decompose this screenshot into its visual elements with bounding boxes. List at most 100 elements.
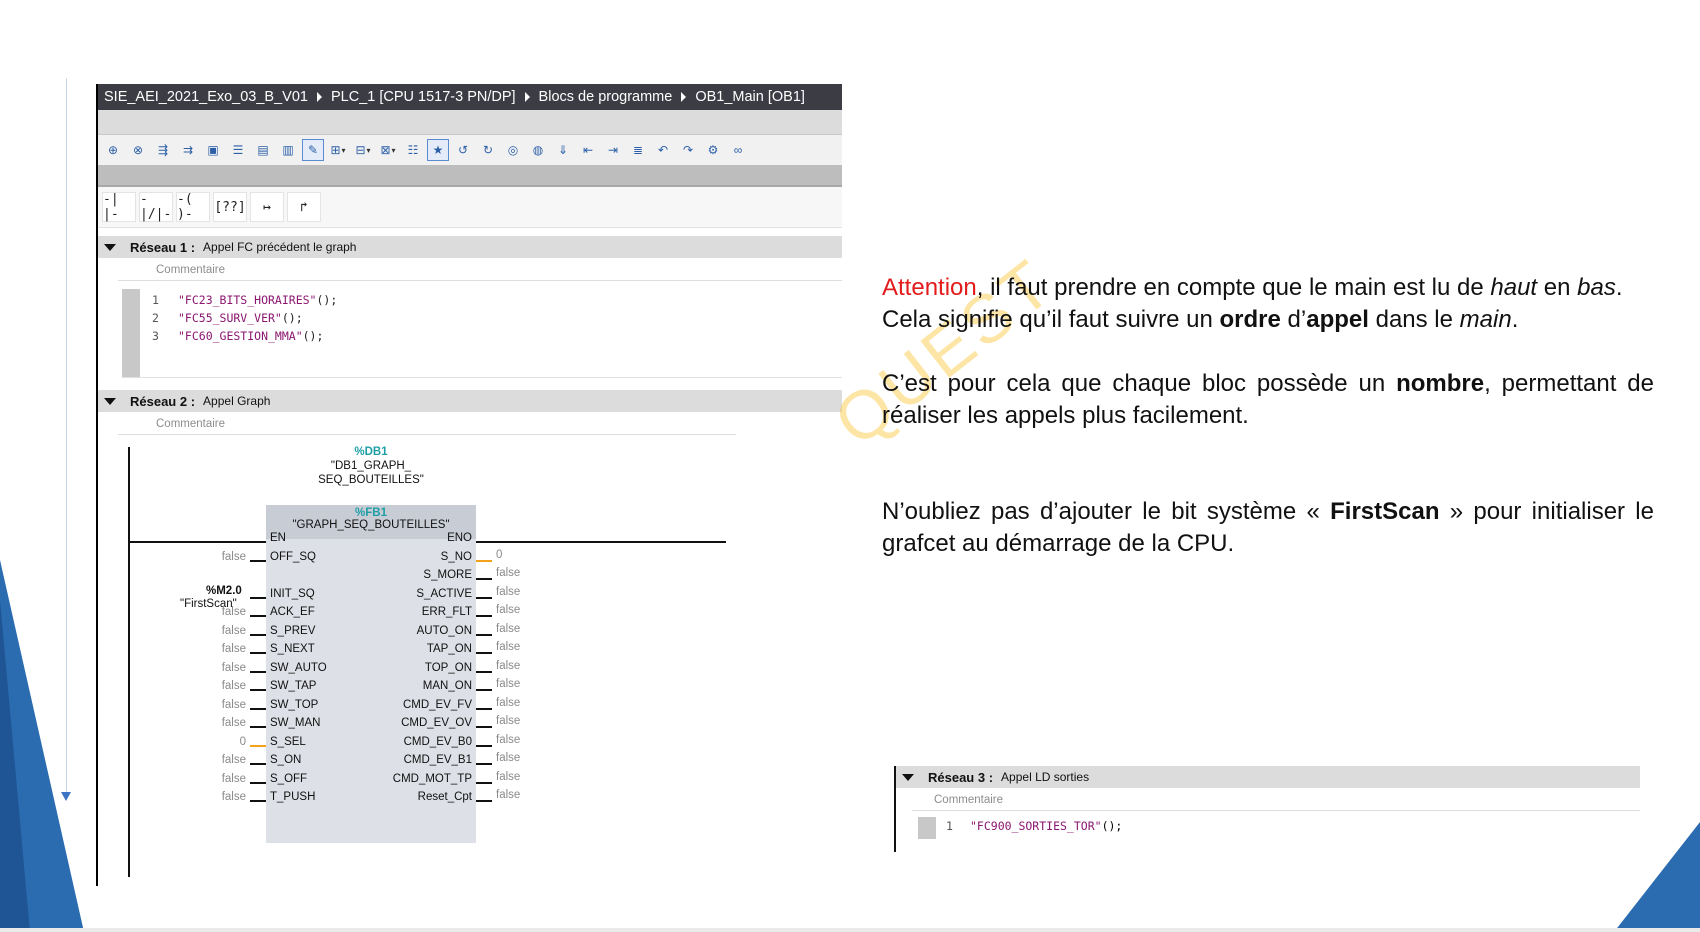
output-value[interactable]: false — [496, 641, 520, 653]
fb-input-pin[interactable]: S_ON — [270, 754, 301, 766]
output-value[interactable]: false — [496, 789, 520, 801]
fb-input-pin[interactable]: SW_TAP — [270, 680, 316, 692]
indent-icon[interactable]: ⇤ — [577, 139, 599, 161]
output-value[interactable]: false — [496, 623, 520, 635]
fb-input-pin[interactable]: T_PUSH — [270, 791, 315, 803]
output-value[interactable]: false — [496, 697, 520, 709]
input-value[interactable]: false — [222, 606, 246, 618]
output-value[interactable]: false — [496, 678, 520, 690]
fb-output-pin[interactable]: S_MORE — [423, 569, 472, 581]
fb-output-pin[interactable]: S_ACTIVE — [416, 588, 472, 600]
fb-input-pin[interactable]: OFF_SQ — [270, 551, 316, 563]
input-value[interactable]: false — [222, 551, 246, 563]
input-value[interactable]: false — [222, 717, 246, 729]
no-contact-button[interactable]: -| |- — [102, 192, 136, 222]
next-error-icon[interactable]: ↻ — [477, 139, 499, 161]
fb-input-pin[interactable]: ACK_EF — [270, 606, 315, 618]
tools-icon[interactable]: ⚙ — [702, 139, 724, 161]
network3-code[interactable]: 1 "FC900_SORTIES_TOR"(); — [918, 811, 1640, 839]
add-row-icon[interactable]: ⇉ — [177, 139, 199, 161]
input-value[interactable]: false — [222, 773, 246, 785]
input-value[interactable]: false — [222, 680, 246, 692]
operand-display-icon[interactable]: ⊟ ▾ — [352, 139, 374, 161]
output-value[interactable]: false — [496, 734, 520, 746]
fb-input-pin[interactable]: S_OFF — [270, 773, 307, 785]
block-icon[interactable]: ▣ — [202, 139, 224, 161]
input-value[interactable]: false — [222, 625, 246, 637]
fb-output-pin[interactable]: Reset_Cpt — [418, 791, 472, 803]
input-value[interactable]: false — [222, 662, 246, 674]
fb-output-pin[interactable]: CMD_EV_B0 — [404, 736, 472, 748]
fb-input-pin[interactable]: SW_TOP — [270, 699, 318, 711]
comments-toggle-icon[interactable]: ✎ — [302, 139, 324, 161]
fb-output-pin[interactable]: ERR_FLT — [422, 606, 472, 618]
collapse-networks-icon[interactable]: ▥ — [277, 139, 299, 161]
fb-input-pin[interactable]: S_NEXT — [270, 643, 315, 655]
fb-input-pin[interactable]: S_SEL — [270, 736, 306, 748]
input-value[interactable]: false — [222, 791, 246, 803]
code-line[interactable]: 3 "FC60_GESTION_MMA"(); — [152, 329, 323, 343]
outdent-icon[interactable]: ⇥ — [602, 139, 624, 161]
input-value[interactable]: false — [222, 643, 246, 655]
output-value[interactable]: false — [496, 604, 520, 616]
fb-output-pin[interactable]: MAN_ON — [423, 680, 472, 692]
fb-output-pin[interactable]: AUTO_ON — [417, 625, 472, 637]
fb-input-pin[interactable]: S_PREV — [270, 625, 315, 637]
fb-input-pin[interactable]: SW_MAN — [270, 717, 320, 729]
empty-box-button[interactable]: [??] — [213, 192, 247, 222]
input-value[interactable]: false — [222, 754, 246, 766]
fb-output-pin[interactable]: ENO — [447, 532, 472, 544]
compare-icon[interactable]: ◍ — [527, 139, 549, 161]
output-value[interactable]: false — [496, 660, 520, 672]
output-value[interactable]: false — [496, 771, 520, 783]
output-value[interactable]: false — [496, 586, 520, 598]
fb-output-pin[interactable]: TAP_ON — [427, 643, 472, 655]
coil-button[interactable]: -( )- — [176, 192, 210, 222]
align-left-icon[interactable]: ☰ — [227, 139, 249, 161]
network3-header[interactable]: Réseau 3 : Appel LD sorties — [896, 766, 1640, 788]
favorites-toggle-icon[interactable]: ★ — [427, 139, 449, 161]
list-icon[interactable]: ≣ — [627, 139, 649, 161]
code-line[interactable]: 2 "FC55_SURV_VER"(); — [152, 311, 303, 325]
network3-comment[interactable]: Commentaire — [912, 788, 1640, 811]
go-to-error-icon[interactable]: ↺ — [452, 139, 474, 161]
download-icon[interactable]: ⇓ — [552, 139, 574, 161]
breadcrumb-plc[interactable]: PLC_1 [CPU 1517-3 PN/DP] — [331, 89, 516, 105]
open-branch-button[interactable]: ↦ — [250, 192, 284, 222]
call-structure-icon[interactable]: ↶ — [652, 139, 674, 161]
fb-output-pin[interactable]: S_NO — [441, 551, 472, 563]
fb-input-pin[interactable]: INIT_SQ — [270, 588, 315, 600]
expand-networks-icon[interactable]: ▤ — [252, 139, 274, 161]
input-value[interactable]: false — [222, 699, 246, 711]
collapse-triangle-icon[interactable] — [902, 773, 914, 781]
network2-comment[interactable]: Commentaire — [118, 412, 736, 435]
network1-code[interactable]: 1 "FC23_BITS_HORAIRES"(); 2 "FC55_SURV_VER… — [122, 289, 842, 378]
nc-contact-button[interactable]: -|/|- — [139, 192, 173, 222]
fb-output-pin[interactable]: CMD_EV_B1 — [404, 754, 472, 766]
insert-row-icon[interactable]: ⇶ — [152, 139, 174, 161]
delete-network-icon[interactable]: ⊗ — [127, 139, 149, 161]
fb-input-pin[interactable]: EN — [270, 532, 286, 544]
collapse-triangle-icon[interactable] — [104, 397, 116, 405]
output-value[interactable]: 0 — [496, 549, 502, 561]
breadcrumb-blocks[interactable]: Blocs de programme — [539, 89, 673, 105]
favorites-list-icon[interactable]: ☷ — [402, 139, 424, 161]
output-value[interactable]: false — [496, 752, 520, 764]
fb-output-pin[interactable]: CMD_EV_OV — [401, 717, 472, 729]
input-value[interactable]: 0 — [240, 736, 246, 748]
fb-output-pin[interactable]: CMD_MOT_TP — [393, 773, 472, 785]
output-value[interactable]: false — [496, 715, 520, 727]
network1-header[interactable]: Réseau 1 : Appel FC précédent le graph — [98, 236, 842, 258]
absolute-operand-icon[interactable]: ⊞ ▾ — [327, 139, 349, 161]
breadcrumb-project[interactable]: SIE_AEI_2021_Exo_03_B_V01 — [104, 89, 308, 105]
collapse-triangle-icon[interactable] — [104, 243, 116, 251]
fb-input-pin[interactable]: SW_AUTO — [270, 662, 327, 674]
code-line[interactable]: 1 "FC23_BITS_HORAIRES"(); — [152, 293, 337, 307]
breadcrumb-ob1[interactable]: OB1_Main [OB1] — [695, 89, 805, 105]
call-back-icon[interactable]: ↷ — [677, 139, 699, 161]
tag-info-icon[interactable]: ⊠ ▾ — [377, 139, 399, 161]
fb-output-pin[interactable]: TOP_ON — [425, 662, 472, 674]
network2-header[interactable]: Réseau 2 : Appel Graph — [98, 390, 842, 412]
network1-comment[interactable]: Commentaire — [118, 258, 842, 281]
fb-output-pin[interactable]: CMD_EV_FV — [403, 699, 472, 711]
